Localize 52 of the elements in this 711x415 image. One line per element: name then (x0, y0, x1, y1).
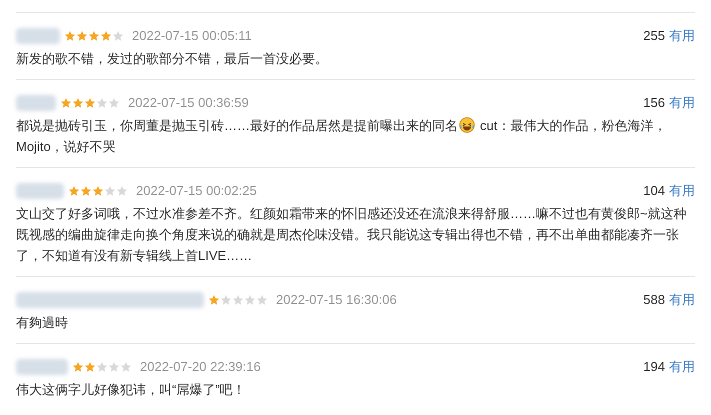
review-date: 2022-07-20 22:39:16 (140, 358, 261, 376)
star-icon (256, 294, 268, 306)
star-icon (208, 294, 220, 306)
star-icon (92, 185, 104, 197)
blurred-username (16, 359, 68, 375)
review-text: 文山交了好多词哦，不过水准参差不齐。红颜如霜带来的怀旧感还没还在流浪来得舒服……嘛不过也有黄俊郎~就这种既视感的编曲旋律走向换个角度来说的确就是周杰伦味没错。我只能说这专辑出得也不错，再不出单曲都能凑齐一张了，不知道有没有新专辑线上首LIVE…… (16, 206, 687, 263)
review-date: 2022-07-15 00:02:25 (136, 182, 257, 200)
star-icon (108, 361, 120, 373)
star-icon (96, 361, 108, 373)
useful-count: 156 (643, 94, 665, 112)
star-icon (68, 185, 80, 197)
star-icon (120, 361, 132, 373)
review-text: Mojito，说好不哭 (16, 138, 116, 156)
star-icon (72, 361, 84, 373)
star-icon (60, 97, 72, 109)
useful-link[interactable]: 有用 (669, 290, 695, 310)
star-icon (116, 185, 128, 197)
useful-link[interactable]: 有用 (669, 93, 695, 113)
review-text: 新发的歌不错，发过的歌部分不错，最后一首没必要。 (16, 51, 328, 66)
useful-link[interactable]: 有用 (669, 357, 695, 377)
useful-link[interactable]: 有用 (669, 26, 695, 46)
star-icon (80, 185, 92, 197)
review-text: 伟大这俩字儿好像犯讳，叫“屌爆了”吧！ (16, 382, 246, 397)
review-date: 2022-07-15 16:30:06 (276, 291, 397, 310)
star-icon (232, 294, 244, 306)
star-icon (244, 294, 256, 306)
star-icon (64, 30, 76, 42)
star-icon (84, 97, 96, 109)
star-icon (72, 97, 84, 109)
review-text: 有夠過時 (16, 315, 68, 330)
star-icon (220, 294, 232, 306)
laughing-emoji-icon (459, 117, 475, 133)
useful-count: 588 (643, 291, 665, 310)
useful-count: 104 (643, 182, 665, 200)
star-icon (88, 30, 100, 42)
blurred-username (16, 183, 64, 199)
star-icon (84, 361, 96, 373)
star-icon (76, 30, 88, 42)
blurred-username (16, 95, 56, 111)
review-text: cut：最伟大的作品，粉色海洋， (480, 117, 666, 135)
star-icon (96, 97, 108, 109)
star-icon (100, 30, 112, 42)
useful-count: 255 (643, 27, 665, 46)
review-date: 2022-07-15 00:36:59 (128, 94, 249, 112)
star-icon (108, 97, 120, 109)
star-icon (112, 30, 124, 42)
review-date: 2022-07-15 00:05:11 (132, 27, 252, 46)
star-icon (104, 185, 116, 197)
blurred-username (16, 28, 60, 44)
useful-link[interactable]: 有用 (669, 181, 695, 201)
review-text: 都说是抛砖引玉，你周董是抛玉引砖……最好的作品居然是提前曝出来的同名 (16, 117, 458, 135)
useful-count: 194 (643, 358, 665, 376)
